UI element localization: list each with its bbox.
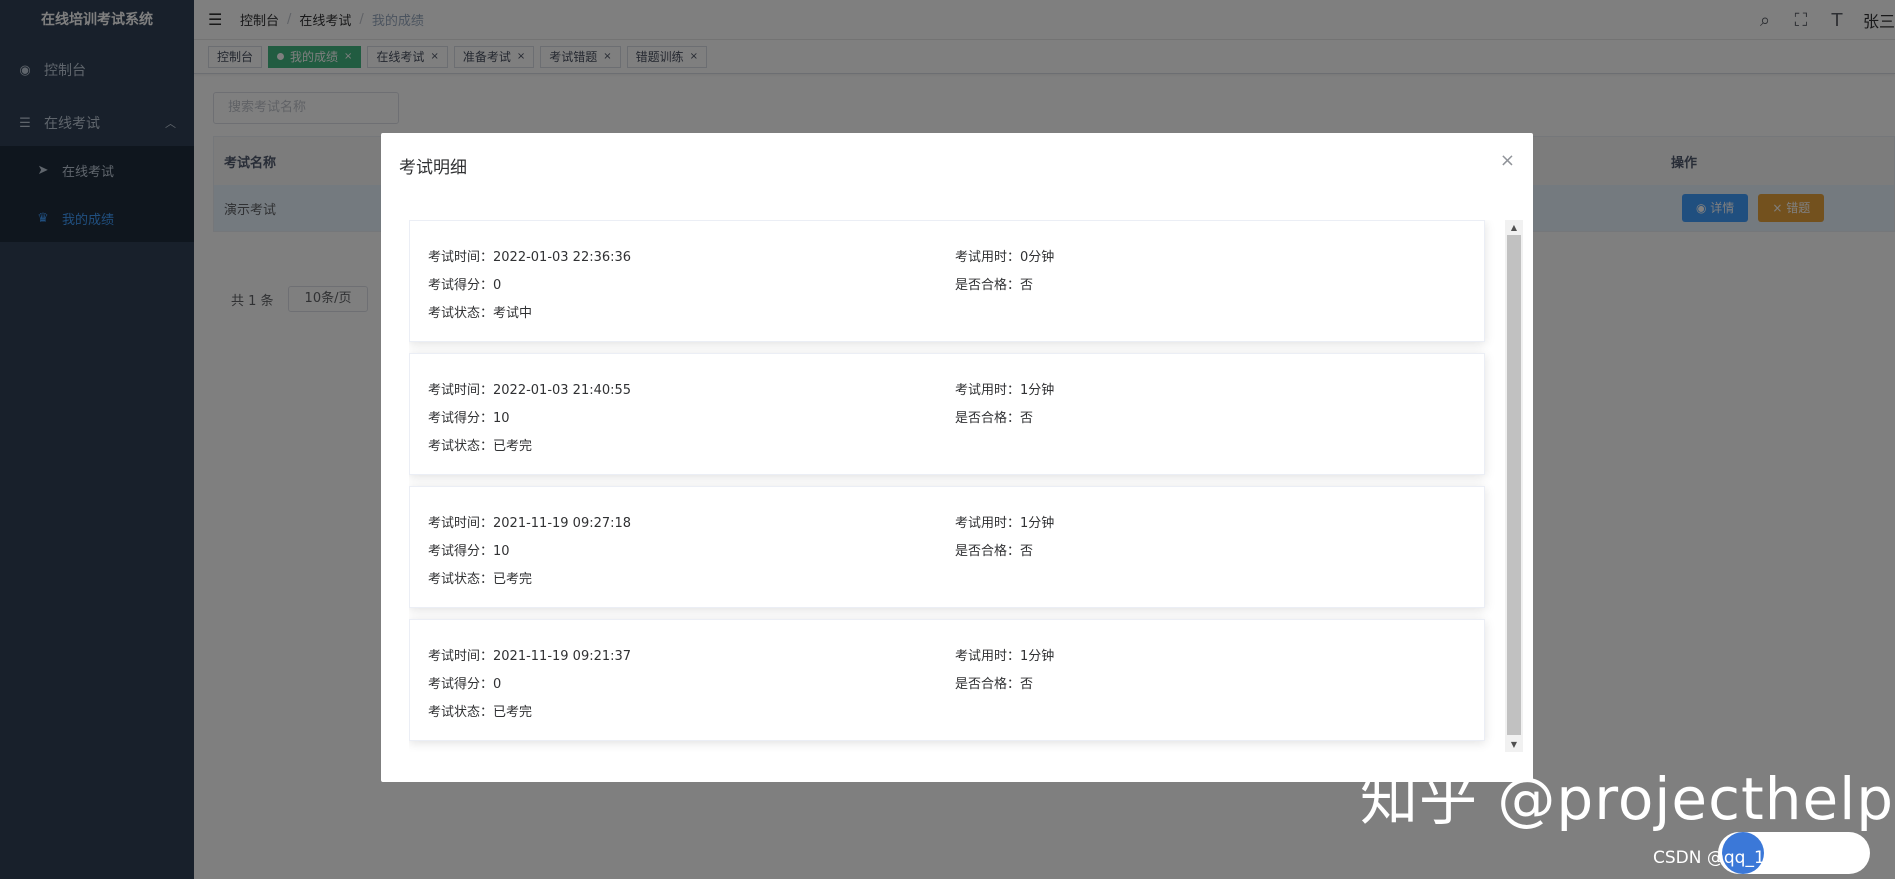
dialog-title: 考试明细 [399,158,467,178]
exam-score: 考试得分：10 [428,543,510,559]
exam-pass: 是否合格：否 [955,676,1034,692]
exam-status: 考试状态：已考完 [428,571,533,587]
close-icon[interactable]: × [1500,150,1515,171]
exam-record-card: 考试时间：2021-11-19 09:21:37 考试得分：0 考试状态：已考完… [409,619,1485,741]
scrollbar-thumb[interactable] [1507,235,1521,735]
exam-time: 考试时间：2021-11-19 09:27:18 [428,515,632,531]
exam-detail-dialog: 考试明细 × 考试时间：2022-01-03 22:36:36 考试得分：0 考… [381,133,1533,782]
exam-time: 考试时间：2022-01-03 21:40:55 [428,382,632,398]
exam-record-card: 考试时间：2022-01-03 22:36:36 考试得分：0 考试状态：考试中… [409,220,1485,342]
exam-time: 考试时间：2021-11-19 09:21:37 [428,648,632,664]
exam-status: 考试状态：已考完 [428,704,533,720]
exam-score: 考试得分：0 [428,277,502,293]
scroll-up-icon[interactable]: ▲ [1505,220,1523,235]
exam-record-card: 考试时间：2021-11-19 09:27:18 考试得分：10 考试状态：已考… [409,486,1485,608]
zhihu-watermark: 知乎 @projecthelp [1360,765,1895,833]
dialog-header: 考试明细 × [381,133,1533,195]
dialog-body: 考试时间：2022-01-03 22:36:36 考试得分：0 考试状态：考试中… [409,220,1523,752]
csdn-watermark: CSDN @qq_1808614304 [1653,848,1863,868]
scroll-down-icon[interactable]: ▼ [1505,737,1523,752]
exam-score: 考试得分：10 [428,410,510,426]
exam-duration: 考试用时：1分钟 [955,382,1055,398]
exam-pass: 是否合格：否 [955,410,1034,426]
exam-duration: 考试用时：0分钟 [955,249,1055,265]
exam-score: 考试得分：0 [428,676,502,692]
exam-duration: 考试用时：1分钟 [955,648,1055,664]
exam-pass: 是否合格：否 [955,277,1034,293]
exam-duration: 考试用时：1分钟 [955,515,1055,531]
exam-record-card: 考试时间：2022-01-03 21:40:55 考试得分：10 考试状态：已考… [409,353,1485,475]
exam-time: 考试时间：2022-01-03 22:36:36 [428,249,632,265]
exam-status: 考试状态：已考完 [428,438,533,454]
dialog-scrollbar[interactable]: ▲ ▼ [1505,220,1523,752]
exam-status: 考试状态：考试中 [428,305,533,321]
exam-pass: 是否合格：否 [955,543,1034,559]
